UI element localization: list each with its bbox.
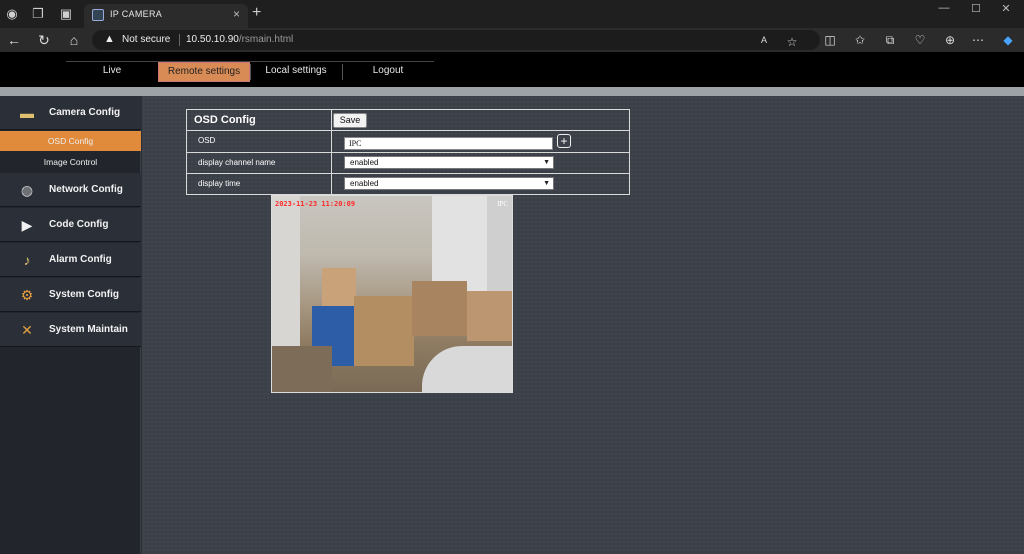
sidebar-camera-config[interactable]: ▬ Camera Config — [0, 96, 141, 130]
url-separator — [179, 34, 180, 46]
sidebar-system-maintain[interactable]: ✕ System Maintain — [0, 313, 141, 347]
osd-config-title: OSD Config — [194, 114, 256, 126]
home-icon[interactable]: ⌂ — [66, 32, 82, 48]
display-time-row: display time enabled ▼ — [187, 174, 629, 195]
read-aloud-icon[interactable]: A — [756, 35, 772, 45]
column-divider — [331, 110, 332, 130]
osd-channel-name: IPC — [497, 200, 508, 208]
sidebar: ▬ Camera Config OSD Config Image Control… — [0, 96, 141, 554]
scene-box — [412, 281, 467, 336]
scene-window — [432, 196, 487, 291]
chevron-down-icon: ▼ — [543, 180, 550, 187]
video-clapper-icon: ▶ — [21, 217, 33, 233]
scene-box — [322, 268, 356, 308]
display-time-value: enabled — [350, 179, 379, 188]
split-screen-icon[interactable]: ◫ — [822, 33, 838, 47]
maximize-button[interactable]: ☐ — [966, 2, 986, 15]
osd-config-panel: OSD Config Save OSD IPC + display channe… — [186, 109, 630, 195]
scene-box — [467, 291, 512, 341]
add-osd-button[interactable]: + — [557, 134, 571, 148]
menu-local-settings[interactable]: Local settings — [250, 62, 342, 82]
channel-name-value: enabled — [350, 158, 379, 167]
close-window-button[interactable]: ✕ — [996, 2, 1016, 15]
app-header: Live Remote settings Local settings Logo… — [0, 52, 1024, 87]
warning-icon[interactable]: ▲ — [104, 33, 115, 45]
gear-icon: ⚙ — [20, 287, 34, 303]
workspaces-icon[interactable]: ❐ — [30, 6, 46, 22]
save-button[interactable]: Save — [333, 113, 367, 128]
menu-live[interactable]: Live — [66, 62, 158, 82]
url-text[interactable]: 10.50.10.90/rsmain.html — [186, 34, 293, 45]
header-divider-bar — [0, 87, 1024, 96]
sidebar-item-label: Network Config — [49, 184, 123, 195]
extensions-icon[interactable]: ⊕ — [942, 33, 958, 47]
sidebar-item-label: System Maintain — [49, 324, 128, 335]
browser-tab-bar: ◉ ❐ ▣ IP CAMERA × + — ☐ ✕ — [0, 0, 1024, 28]
column-divider — [331, 131, 332, 152]
close-tab-icon[interactable]: × — [233, 7, 240, 21]
sidebar-alarm-config[interactable]: ♪ Alarm Config — [0, 243, 141, 277]
favicon-icon — [92, 9, 104, 21]
menu-dots-icon[interactable]: ⋯ — [970, 33, 986, 47]
display-time-select[interactable]: enabled ▼ — [344, 177, 554, 190]
scene-foreground — [422, 346, 512, 392]
sidebar-item-osd-config[interactable]: OSD Config — [0, 131, 141, 151]
heart-icon[interactable]: ♡ — [912, 33, 928, 47]
menu-logout[interactable]: Logout — [342, 62, 434, 82]
security-label[interactable]: Not secure — [122, 34, 170, 45]
osd-header-row: OSD Config Save — [187, 110, 629, 131]
url-field[interactable]: ▲ Not secure 10.50.10.90/rsmain.html A ☆ — [92, 30, 820, 50]
sidebar-item-label: Code Config — [49, 219, 109, 230]
camera-preview[interactable]: 2023-11-23 11:20:09 IPC — [271, 195, 513, 393]
minimize-button[interactable]: — — [934, 2, 954, 14]
menu-remote-settings[interactable]: Remote settings — [158, 62, 250, 82]
sidebar-item-label: Camera Config — [49, 107, 121, 118]
favorites-icon[interactable]: ✩ — [852, 33, 868, 47]
channel-name-row: display channel name enabled ▼ — [187, 153, 629, 174]
tab-title: IP CAMERA — [110, 9, 163, 19]
sidebar-item-image-control[interactable]: Image Control — [0, 152, 141, 172]
osd-text-row: OSD IPC + — [187, 131, 629, 153]
scene-box — [354, 296, 414, 366]
column-divider — [331, 153, 332, 173]
new-tab-button[interactable]: + — [252, 4, 261, 22]
column-divider — [331, 174, 332, 195]
url-path: /rsmain.html — [238, 34, 294, 45]
sidebar-item-label: System Config — [49, 289, 120, 300]
back-arrow-icon[interactable]: ← — [6, 32, 22, 48]
sidebar-system-config[interactable]: ⚙ System Config — [0, 278, 141, 312]
tools-icon: ✕ — [21, 322, 33, 338]
chevron-down-icon: ▼ — [543, 159, 550, 166]
sidebar-item-label: Alarm Config — [49, 254, 112, 265]
channel-name-label: display channel name — [198, 158, 276, 167]
refresh-icon[interactable]: ↻ — [36, 32, 52, 49]
osd-text-input[interactable]: IPC — [344, 137, 553, 150]
display-time-label: display time — [198, 179, 241, 188]
channel-name-select[interactable]: enabled ▼ — [344, 156, 554, 169]
network-globe-icon: ◍ — [20, 182, 34, 198]
scene-box — [272, 346, 332, 392]
alarm-bell-icon: ♪ — [23, 252, 31, 268]
favorite-star-icon[interactable]: ☆ — [784, 35, 800, 49]
osd-label: OSD — [198, 136, 216, 145]
collections-icon[interactable]: ⧉ — [882, 33, 898, 48]
profile-icon[interactable]: ◉ — [4, 6, 20, 22]
browser-tab[interactable]: IP CAMERA × — [84, 4, 248, 28]
sidebar-code-config[interactable]: ▶ Code Config — [0, 208, 141, 242]
url-host: 10.50.10.90 — [186, 34, 239, 45]
top-menu: Live Remote settings Local settings Logo… — [66, 61, 434, 82]
copilot-icon[interactable]: ◆ — [1000, 33, 1016, 47]
osd-timestamp: 2023-11-23 11:20:09 — [275, 200, 356, 208]
browser-address-bar: ← ↻ ⌂ ▲ Not secure 10.50.10.90/rsmain.ht… — [0, 28, 1024, 52]
monitor-icon: ▬ — [20, 105, 34, 121]
tab-actions-icon[interactable]: ▣ — [58, 6, 74, 22]
sidebar-network-config[interactable]: ◍ Network Config — [0, 173, 141, 207]
